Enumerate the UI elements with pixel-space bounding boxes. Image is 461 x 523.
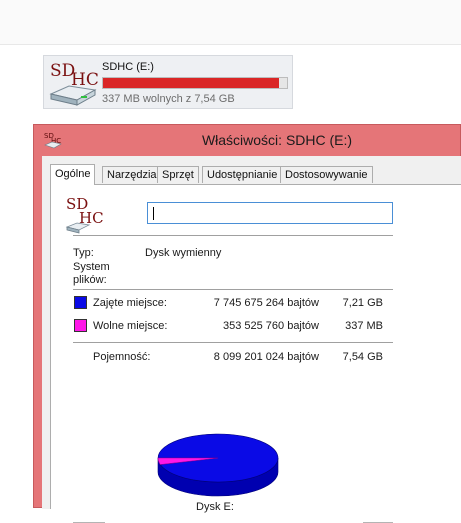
disk-label: Dysk E: — [196, 501, 234, 513]
drive-tile-sdhc[interactable]: SD HC SDHC (E:) 337 MB wolnych z 7,54 GB — [43, 55, 293, 109]
used-space-size: 7,21 GB — [342, 297, 383, 309]
drive-usage-fill — [103, 78, 279, 88]
filesystem-label-line1: System — [73, 261, 110, 273]
filesystem-label-line2: plików: — [73, 274, 107, 286]
capacity-label: Pojemność: — [93, 351, 151, 363]
separator — [73, 342, 393, 343]
drive-name-input[interactable] — [147, 202, 393, 224]
dialog-client-area: Ogólne Narzędzia Sprzęt Udostępnianie Do… — [42, 156, 461, 523]
separator — [73, 235, 393, 236]
capacity-bytes: 8 099 201 024 bajtów — [213, 351, 319, 363]
drive-free-text: 337 MB wolnych z 7,54 GB — [102, 93, 235, 105]
capacity-size: 7,54 GB — [342, 351, 383, 363]
separator — [73, 289, 393, 290]
drive-name: SDHC (E:) — [102, 61, 154, 73]
free-space-swatch — [74, 319, 87, 332]
general-tab-panel: SD HC Typ: Dysk wymienny System plików: … — [50, 184, 461, 523]
free-space-size: 337 MB — [345, 320, 383, 332]
tab-customize[interactable]: Dostosowywanie — [280, 166, 373, 183]
disk-usage-pie-chart — [157, 433, 279, 497]
window-top-strip — [0, 0, 461, 45]
type-value: Dysk wymienny — [145, 247, 222, 259]
tab-general[interactable]: Ogólne — [50, 164, 96, 185]
properties-dialog: SD HC Właściwości: SDHC (E:) Ogólne Narz… — [33, 124, 461, 523]
used-space-swatch — [74, 296, 87, 309]
used-space-bytes: 7 745 675 264 bajtów — [213, 297, 319, 309]
dialog-title: Właściwości: SDHC (E:) — [201, 132, 353, 148]
drive-usage-bar — [102, 77, 288, 89]
sdhc-drive-icon: SD HC — [49, 61, 99, 106]
free-space-label: Wolne miejsce: — [93, 320, 168, 332]
used-space-label: Zajęte miejsce: — [93, 297, 167, 309]
type-label: Typ: — [73, 247, 94, 259]
text-caret — [153, 207, 154, 220]
tab-sharing[interactable]: Udostępnianie — [202, 166, 283, 183]
tab-hardware[interactable]: Sprzęt — [157, 166, 199, 183]
free-space-bytes: 353 525 760 bajtów — [222, 320, 319, 332]
sdhc-drive-icon: SD HC — [65, 195, 104, 234]
tab-tools[interactable]: Narzędzia — [102, 166, 162, 183]
